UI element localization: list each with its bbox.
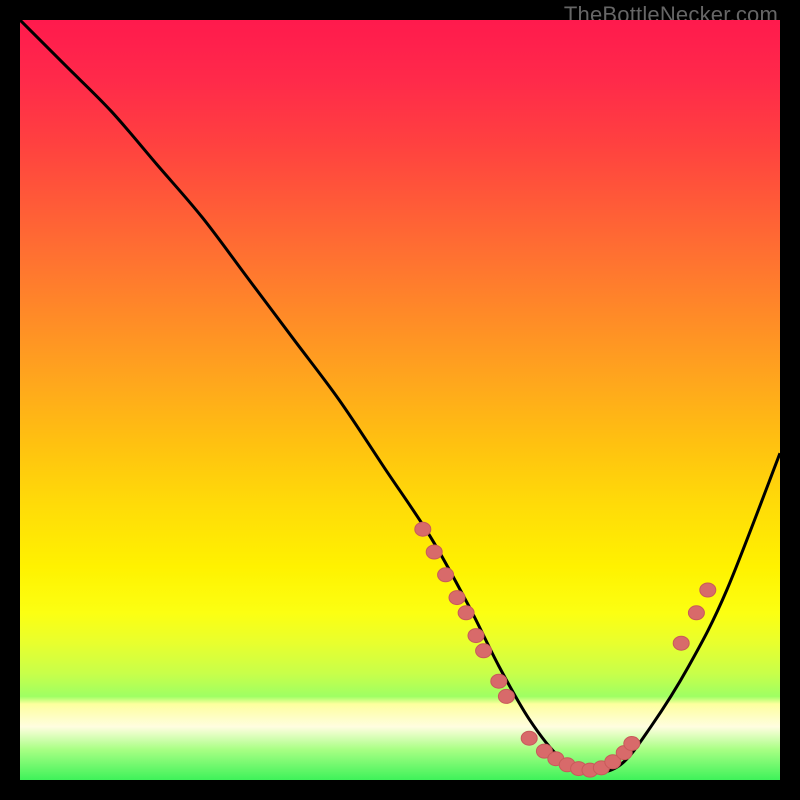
data-marker [468,629,484,643]
data-marker [458,606,474,620]
data-markers [415,522,716,777]
data-marker [616,746,632,760]
data-marker [449,591,465,605]
data-marker [593,761,609,775]
data-marker [476,644,492,658]
data-marker [415,522,431,536]
data-marker [571,762,587,776]
data-marker [688,606,704,620]
bottleneck-curve [20,20,780,773]
data-marker [438,568,454,582]
data-marker [498,689,514,703]
data-marker [700,583,716,597]
data-marker [582,763,598,777]
data-marker [536,744,552,758]
data-marker [521,731,537,745]
chart-stage: TheBottleNecker.com [0,0,800,800]
data-marker [548,752,564,766]
data-marker [559,758,575,772]
curve-svg [20,20,780,780]
data-marker [624,737,640,751]
plot-area [20,20,780,780]
data-marker [605,755,621,769]
data-marker [426,545,442,559]
data-marker [673,636,689,650]
data-marker [491,674,507,688]
